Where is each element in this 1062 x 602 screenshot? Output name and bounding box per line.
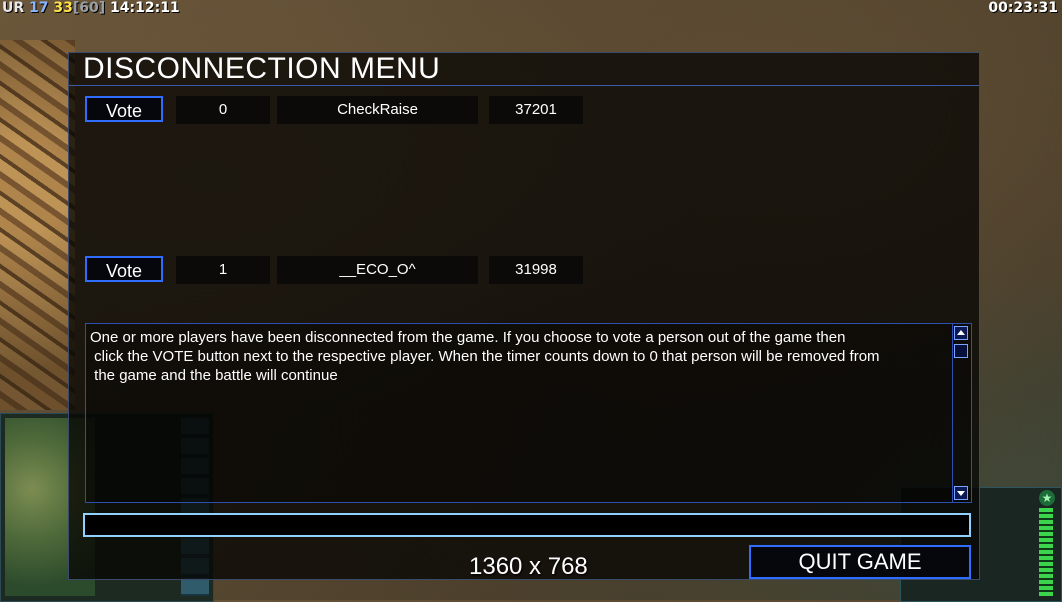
- disconnect-message: One or more players have been disconnect…: [90, 329, 880, 384]
- vote-button[interactable]: Vote: [85, 256, 163, 282]
- resolution-label: 1360 x 768: [469, 553, 588, 580]
- vote-button[interactable]: Vote: [85, 96, 163, 122]
- player-timer: 31998: [489, 256, 583, 284]
- message-box[interactable]: One or more players have been disconnect…: [85, 323, 972, 503]
- player-row: Vote 1 __ECO_O^ 31998: [69, 255, 979, 285]
- vote-count: 0: [176, 96, 270, 124]
- hud-elapsed-time: 00:23:31: [988, 0, 1058, 16]
- scroll-down-arrow-icon[interactable]: [954, 486, 968, 500]
- scroll-up-arrow-icon[interactable]: [954, 326, 968, 340]
- power-meter: [1039, 508, 1053, 596]
- star-icon: ★: [1039, 490, 1055, 506]
- hud-stat-c: [60]: [72, 0, 106, 16]
- player-name: __ECO_O^: [277, 256, 478, 284]
- message-scrollbar[interactable]: [952, 324, 971, 502]
- hud-top-left: UR 17 33[60] 14:12:11: [2, 0, 180, 18]
- scroll-thumb[interactable]: [954, 344, 968, 358]
- player-timer: 37201: [489, 96, 583, 124]
- hud-stat-a: 17: [29, 0, 49, 16]
- disconnection-dialog: DISCONNECTION MENU Vote 0 CheckRaise 372…: [68, 52, 980, 580]
- player-name: CheckRaise: [277, 96, 478, 124]
- hud-stat-b: 33: [53, 0, 73, 16]
- dialog-title-bar: DISCONNECTION MENU: [69, 53, 979, 86]
- player-row: Vote 0 CheckRaise 37201: [69, 95, 979, 125]
- dialog-title: DISCONNECTION MENU: [83, 52, 441, 85]
- vote-count: 1: [176, 256, 270, 284]
- chat-input[interactable]: [83, 513, 971, 537]
- hud-rank: UR: [2, 0, 25, 16]
- quit-game-button[interactable]: QUIT GAME: [749, 545, 971, 579]
- hud-clock: 14:12:11: [110, 0, 180, 16]
- game-map-buildings: [0, 40, 75, 410]
